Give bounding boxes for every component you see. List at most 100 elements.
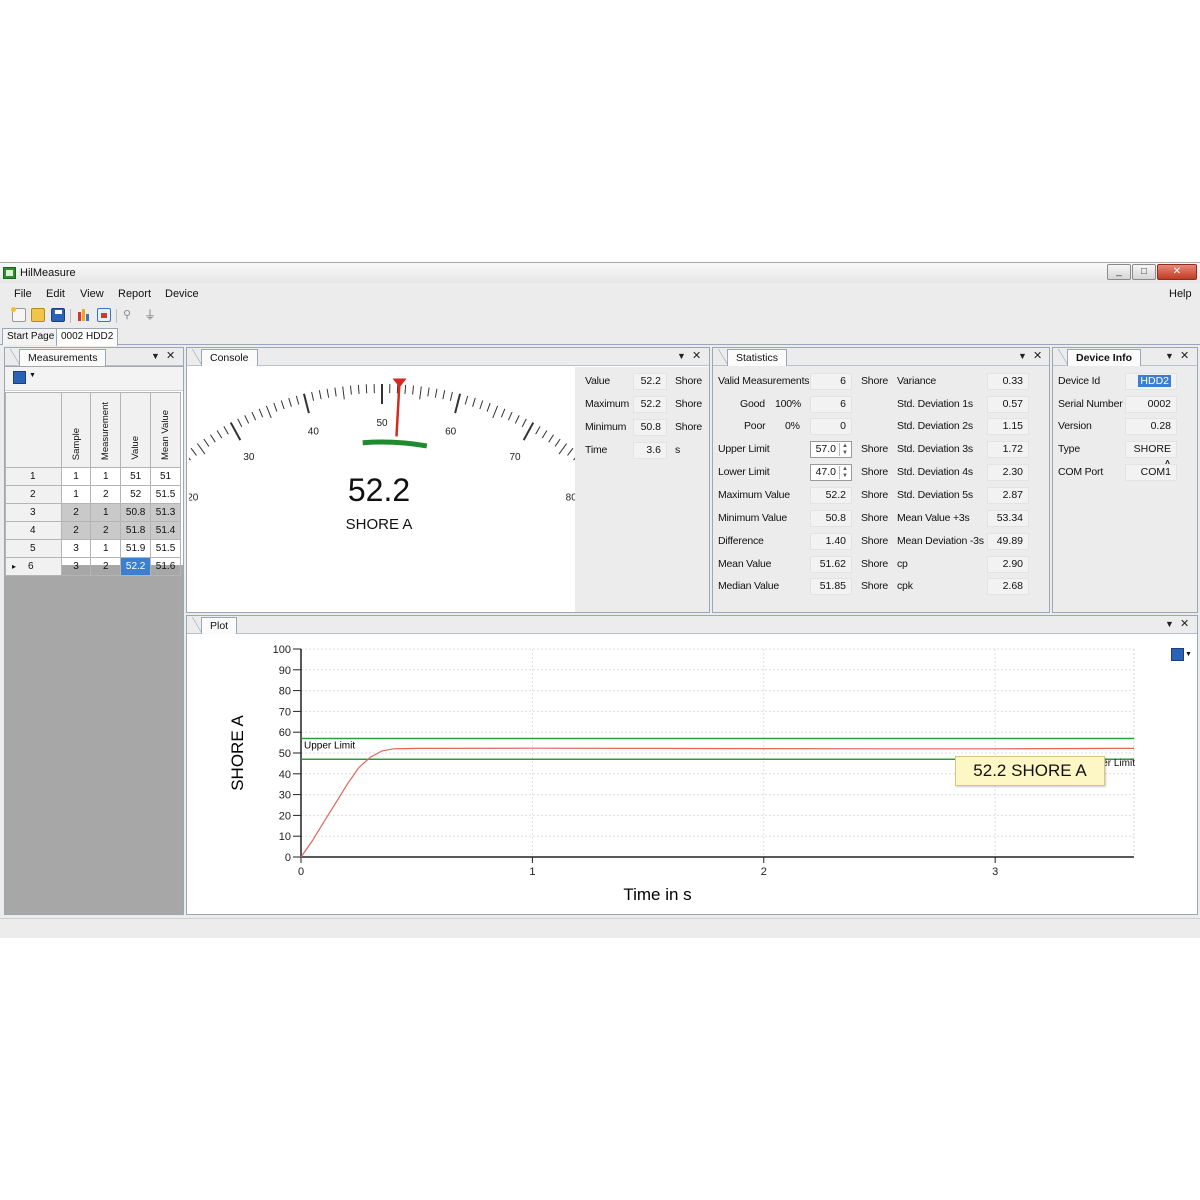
- dropdown-icon[interactable]: ▼: [677, 350, 686, 363]
- gauge-tick: [357, 384, 360, 394]
- chart-icon[interactable]: [77, 308, 91, 322]
- cell-mean-value[interactable]: 51.5: [150, 485, 181, 504]
- upper-limit-stepper[interactable]: 57.0 ▲ ▼: [810, 441, 852, 458]
- tab-measurements[interactable]: Measurements: [9, 349, 107, 366]
- tab-device-hdd2[interactable]: 0002 HDD2: [56, 328, 119, 346]
- row-header[interactable]: 4: [5, 521, 62, 540]
- device-id-field[interactable]: HDD2: [1125, 373, 1177, 390]
- menu-edit[interactable]: Edit: [46, 288, 65, 300]
- cell-measurement[interactable]: 2: [90, 557, 122, 576]
- tab-start-page[interactable]: Start Page: [2, 328, 60, 345]
- column-header-sample[interactable]: Sample: [60, 392, 92, 468]
- table-row[interactable]: 3 2 1 50.8 51.3: [5, 503, 181, 522]
- cell-sample[interactable]: 3: [60, 539, 92, 558]
- cell-value[interactable]: 51: [120, 467, 152, 486]
- x-tick-label: 0: [298, 866, 304, 878]
- serial-number-field: 0002: [1125, 396, 1177, 413]
- y-tick-label: 40: [279, 769, 291, 781]
- row-header[interactable]: 1: [5, 467, 62, 486]
- document-tabs: Start Page 0002 HDD2: [0, 327, 1200, 346]
- row-header[interactable]: 2: [5, 485, 62, 504]
- table-row[interactable]: 1 1 1 51 51: [5, 467, 181, 486]
- save-icon[interactable]: [13, 371, 26, 384]
- gauge-tick: [514, 415, 520, 424]
- valid-measurements-readout: 6: [810, 373, 852, 390]
- good-percent: 100%: [775, 398, 802, 410]
- tab-device-info[interactable]: Device Info: [1057, 349, 1142, 366]
- time-readout: 3.6: [633, 442, 667, 459]
- cell-measurement[interactable]: 1: [90, 503, 122, 522]
- menu-view[interactable]: View: [80, 288, 104, 300]
- gauge-tick-label: 80: [566, 492, 575, 503]
- dropdown-icon[interactable]: ▼: [1018, 350, 1027, 363]
- tab-statistics[interactable]: Statistics: [717, 349, 788, 366]
- cell-mean-value[interactable]: 51.5: [150, 539, 181, 558]
- column-header-measurement[interactable]: Measurement: [90, 392, 122, 468]
- close-icon[interactable]: ✕: [1180, 350, 1189, 363]
- cell-value[interactable]: 51.9: [120, 539, 152, 558]
- menu-report[interactable]: Report: [118, 288, 151, 300]
- dropdown-icon[interactable]: ▼: [1165, 350, 1174, 363]
- close-icon[interactable]: ✕: [166, 350, 175, 363]
- gauge-tick: [288, 397, 292, 407]
- cell-measurement[interactable]: 2: [90, 485, 122, 504]
- table-row[interactable]: 5 3 1 51.9 51.5: [5, 539, 181, 558]
- gauge-tick: [412, 385, 414, 395]
- cell-mean-value[interactable]: 51.3: [150, 503, 181, 522]
- column-header-value[interactable]: Value: [120, 392, 152, 468]
- stepper-arrows-icon[interactable]: ▲ ▼: [839, 443, 850, 456]
- table-row[interactable]: 2 1 2 52 51.5: [5, 485, 181, 504]
- cell-sample[interactable]: 1: [60, 485, 92, 504]
- gauge-tick: [258, 408, 264, 418]
- row-header[interactable]: 5: [5, 539, 62, 558]
- cell-measurement[interactable]: 1: [90, 467, 122, 486]
- cell-measurement[interactable]: 1: [90, 539, 122, 558]
- plug-icon[interactable]: ⏚: [144, 308, 158, 322]
- close-icon[interactable]: ✕: [1180, 618, 1189, 631]
- table-row[interactable]: ▸ 6 3 2 52.2 51.6: [5, 557, 181, 576]
- menu-file[interactable]: File: [14, 288, 32, 300]
- tab-plot[interactable]: Plot: [191, 617, 238, 634]
- dropdown-icon[interactable]: ▼: [1165, 618, 1174, 631]
- cell-sample[interactable]: 1: [60, 467, 92, 486]
- column-header-mean-value[interactable]: Mean Value: [150, 392, 181, 468]
- cell-measurement[interactable]: 2: [90, 521, 122, 540]
- table-row[interactable]: 4 2 2 51.8 51.4: [5, 521, 181, 540]
- save-icon[interactable]: [51, 308, 65, 322]
- y-tick-label: 100: [273, 644, 291, 656]
- report-icon[interactable]: [97, 308, 111, 322]
- std-dev-4s-readout: 2.30: [987, 464, 1029, 481]
- mean-minus-3s-readout: 49.89: [987, 533, 1029, 550]
- gauge-tick: [326, 388, 330, 398]
- cell-value[interactable]: 51.8: [120, 521, 152, 540]
- cell-mean-value[interactable]: 51: [150, 467, 181, 486]
- row-header[interactable]: ▸ 6: [5, 557, 62, 576]
- label-serial-number: Serial Number: [1058, 398, 1123, 410]
- row-header[interactable]: 3: [5, 503, 62, 522]
- cell-value-selected[interactable]: 52.2: [120, 557, 152, 576]
- x-axis-label: Time in s: [623, 885, 691, 904]
- close-window-button[interactable]: ✕: [1157, 264, 1197, 280]
- new-file-icon[interactable]: [11, 307, 26, 322]
- lower-limit-stepper[interactable]: 47.0 ▲ ▼: [810, 464, 852, 481]
- menu-help[interactable]: Help: [1169, 288, 1192, 300]
- tab-console[interactable]: Console: [192, 349, 258, 366]
- minimize-button[interactable]: _: [1107, 264, 1131, 280]
- cell-sample[interactable]: 2: [60, 503, 92, 522]
- menu-device[interactable]: Device: [165, 288, 199, 300]
- maximize-button[interactable]: □: [1132, 264, 1156, 280]
- cell-sample[interactable]: 2: [60, 521, 92, 540]
- dropdown-arrow-icon[interactable]: ▼: [29, 372, 36, 379]
- close-icon[interactable]: ✕: [692, 350, 701, 363]
- binoculars-icon[interactable]: ⚲: [123, 308, 137, 322]
- cell-sample[interactable]: 3: [60, 557, 92, 576]
- stepper-arrows-icon[interactable]: ▲ ▼: [839, 466, 850, 479]
- cell-value[interactable]: 52: [120, 485, 152, 504]
- close-icon[interactable]: ✕: [1033, 350, 1042, 363]
- cell-mean-value[interactable]: 51.6: [150, 557, 181, 576]
- open-folder-icon[interactable]: [31, 308, 45, 322]
- cell-mean-value[interactable]: 51.4: [150, 521, 181, 540]
- cell-value[interactable]: 50.8: [120, 503, 152, 522]
- dropdown-icon[interactable]: ▼: [151, 350, 160, 363]
- app-logo-icon: [3, 267, 16, 279]
